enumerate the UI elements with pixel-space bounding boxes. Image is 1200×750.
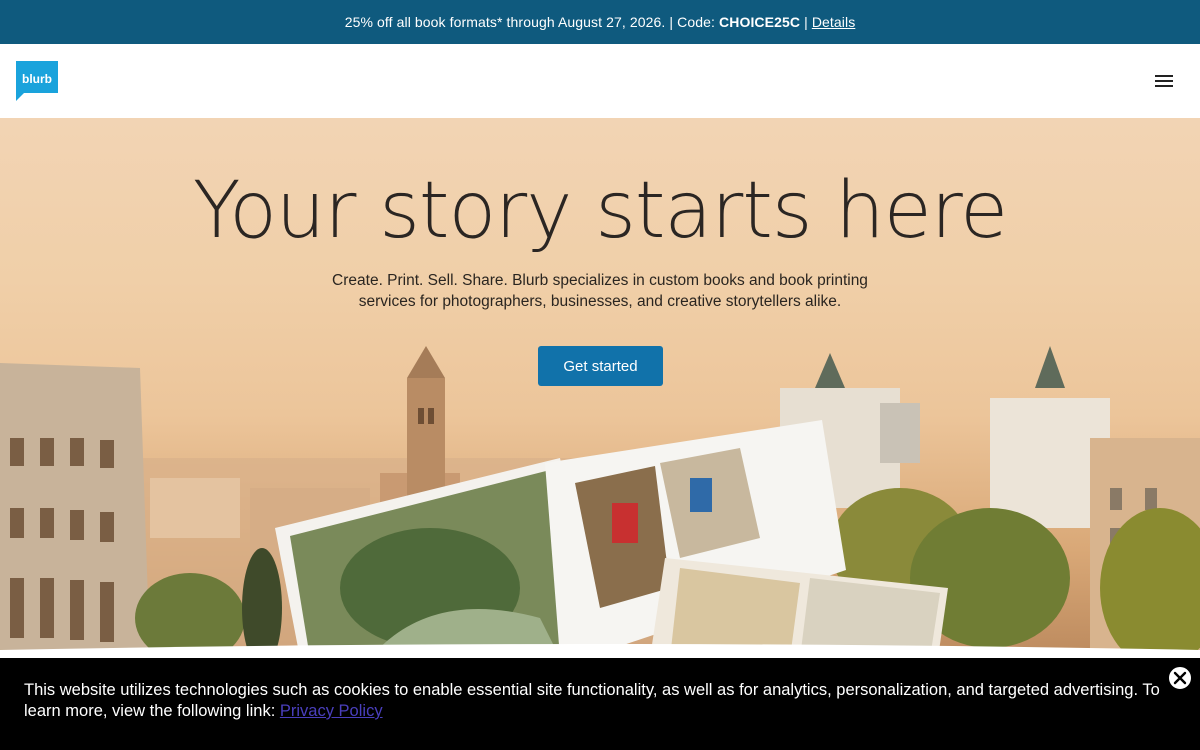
promo-banner: 25% off all book formats* through August… [0,0,1200,44]
promo-code: CHOICE25C [719,14,801,30]
hamburger-menu-icon[interactable] [1152,72,1176,90]
cookie-message: This website utilizes technologies such … [24,681,1160,720]
promo-text: 25% off all book formats* through August… [344,14,666,30]
get-started-button[interactable]: Get started [538,346,663,386]
close-x-icon [1173,671,1187,685]
close-icon[interactable] [1167,665,1193,691]
blurb-logo[interactable]: blurb [16,61,58,101]
promo-separator: | [669,14,674,30]
hero-title: Your story starts here [192,166,1008,256]
hero-subtitle: Create. Print. Sell. Share. Blurb specia… [320,270,880,312]
logo-text: blurb [22,72,52,86]
privacy-policy-link[interactable]: Privacy Policy [280,702,383,720]
promo-code-label: Code: [677,14,716,30]
cookie-text: This website utilizes technologies such … [24,680,1174,722]
promo-separator: | [804,14,808,30]
hero-subtitle-line1: Create. Print. Sell. Share. Blurb specia… [332,272,868,289]
cookie-banner: This website utilizes technologies such … [0,658,1200,750]
hero-subtitle-line2: services for photographers, businesses, … [358,293,842,310]
promo-details-link[interactable]: Details [812,14,856,30]
site-header: blurb [0,44,1200,118]
hero-section: Your story starts here Create. Print. Se… [0,118,1200,658]
